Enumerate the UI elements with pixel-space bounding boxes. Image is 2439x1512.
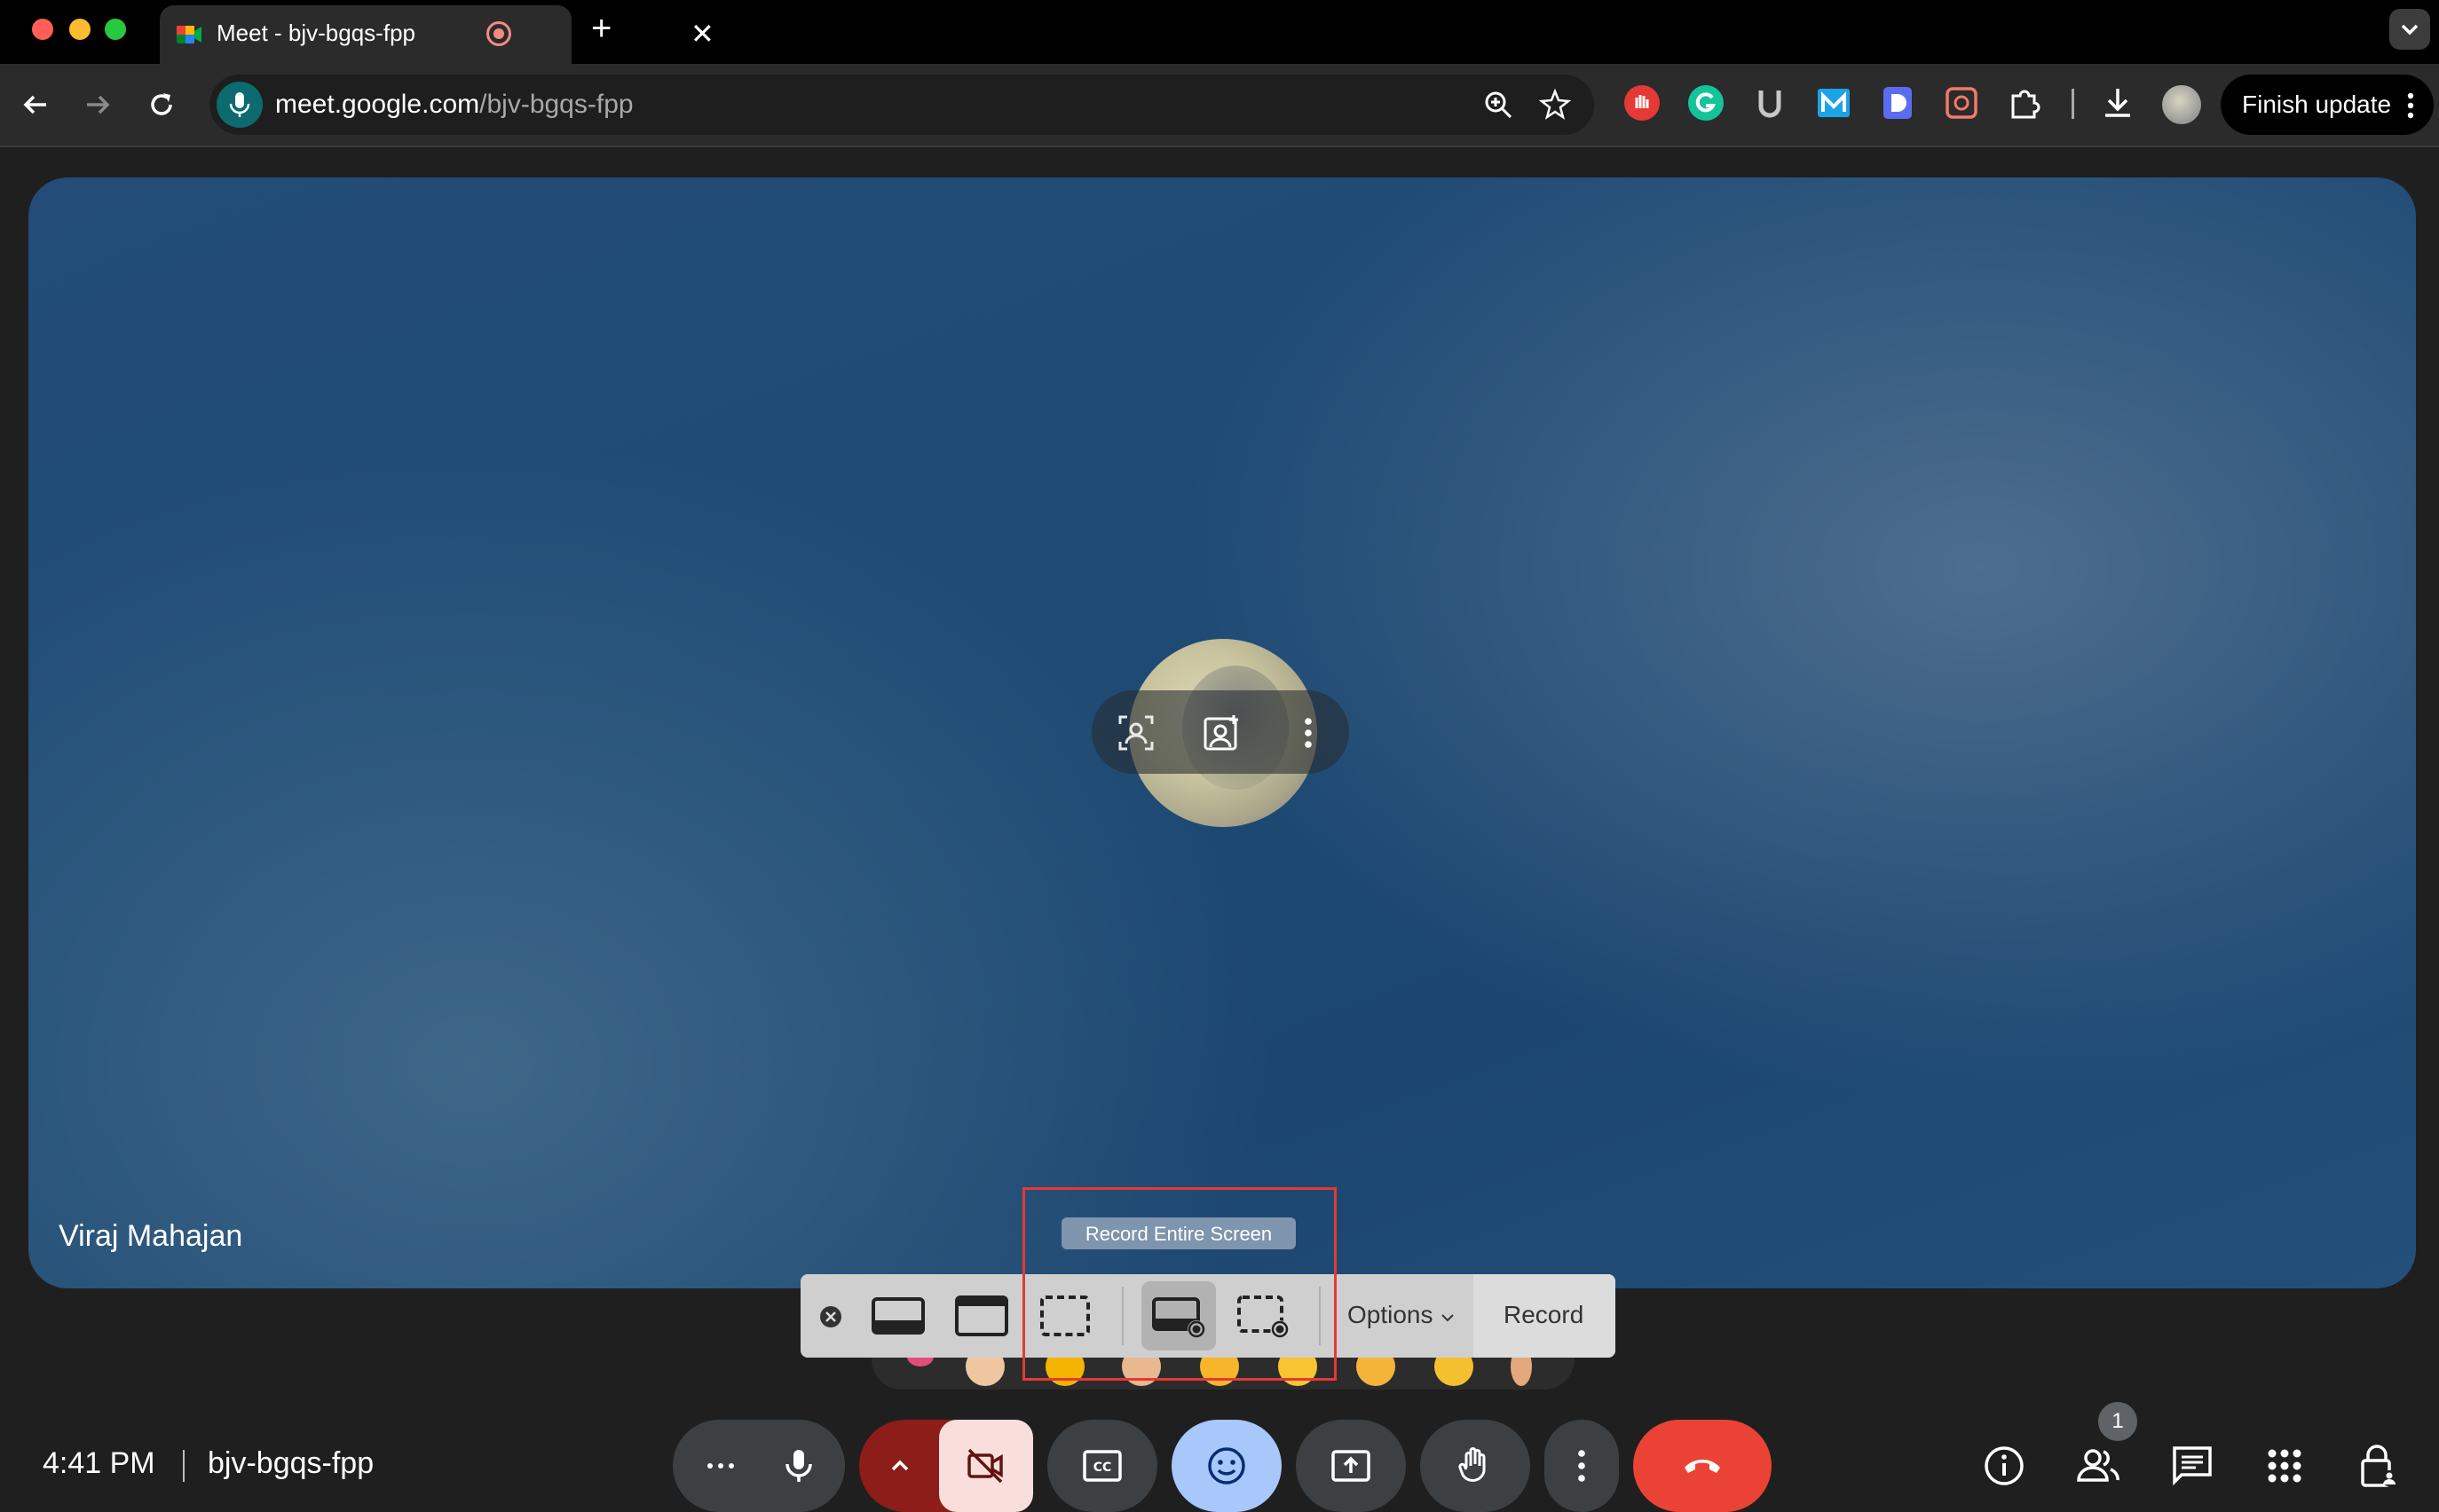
close-toolbar-icon[interactable] [818, 1304, 843, 1329]
extensions-puzzle-icon[interactable] [2004, 82, 2047, 124]
d-extension-icon[interactable] [1876, 82, 1919, 124]
options-label: Options [1347, 1301, 1433, 1328]
camera-off-icon [967, 1448, 1003, 1484]
framing-icon[interactable] [1117, 713, 1156, 752]
smiley-icon [1208, 1447, 1245, 1484]
more-vertical-icon[interactable] [1289, 713, 1328, 752]
url-host: meet.google.com [275, 90, 480, 119]
raise-hand-icon [1458, 1447, 1486, 1482]
tab-title: Meet - bjv-bgqs-fpp [217, 20, 415, 46]
u-extension-icon[interactable] [1748, 82, 1791, 124]
svg-text:CC: CC [1093, 1461, 1112, 1475]
more-options-button[interactable] [1544, 1420, 1619, 1512]
options-dropdown[interactable]: Options [1347, 1301, 1456, 1329]
record-button[interactable]: Record [1504, 1301, 1583, 1329]
browser-tab-meet[interactable]: Meet - bjv-bgqs-fpp ✕ [160, 5, 714, 64]
new-tab-button[interactable]: + [591, 11, 612, 46]
camera-control-group [859, 1420, 1033, 1512]
close-tab-icon[interactable]: ✕ [691, 16, 714, 51]
bookmark-star-icon[interactable] [1539, 89, 1571, 121]
reactions-button[interactable] [1172, 1420, 1282, 1512]
leave-call-button[interactable] [1633, 1420, 1772, 1512]
address-bar[interactable]: meet.google.com/bjv-bgqs-fpp [209, 75, 1594, 135]
close-window-button[interactable] [32, 19, 53, 40]
participant-name: Viraj Mahajan [59, 1219, 243, 1253]
url-path: /bjv-bgqs-fpp [479, 90, 634, 119]
chevron-down-icon [2401, 24, 2419, 35]
profile-avatar[interactable] [2162, 85, 2201, 124]
annotation-highlight-box [1022, 1187, 1337, 1381]
finish-update-button[interactable]: Finish update [2221, 75, 2434, 135]
captions-button[interactable]: CC [1047, 1420, 1157, 1512]
hand-stop-extension-icon[interactable] [1621, 82, 1663, 124]
microphone-button[interactable] [753, 1420, 845, 1512]
tile-controls [1092, 690, 1349, 774]
reload-icon[interactable] [142, 85, 181, 124]
mic-control-group [673, 1420, 845, 1512]
host-controls-lock-icon[interactable] [2356, 1443, 2402, 1489]
url-text: meet.google.com/bjv-bgqs-fpp [275, 90, 634, 120]
zoom-window-button[interactable] [105, 19, 126, 40]
meeting-time: 4:41 PM [43, 1446, 155, 1480]
activities-grid-icon[interactable] [2261, 1443, 2308, 1489]
minimize-window-button[interactable] [69, 19, 91, 40]
tab-strip: Meet - bjv-bgqs-fpp ✕ + [0, 0, 2439, 64]
participants-count-badge: 1 [2098, 1402, 2137, 1441]
microphone-icon [785, 1450, 812, 1482]
chevron-down-icon [1441, 1314, 1454, 1322]
more-vertical-icon [1578, 1450, 1585, 1482]
capture-entire-screen-icon[interactable] [870, 1290, 927, 1342]
screen-capture-extension-icon[interactable] [1940, 82, 1983, 124]
add-effects-portrait-icon[interactable] [1202, 713, 1241, 752]
tab-search-button[interactable] [2389, 9, 2430, 50]
zoom-icon[interactable] [1482, 89, 1514, 121]
audio-settings-more-icon[interactable] [699, 1445, 742, 1487]
present-screen-icon [1331, 1450, 1370, 1482]
toolbar-divider [2072, 89, 2074, 119]
more-vertical-icon [2407, 92, 2414, 119]
closed-captions-icon: CC [1083, 1450, 1122, 1482]
browser-toolbar: meet.google.com/bjv-bgqs-fpp Finish upda… [0, 64, 2439, 147]
separator [183, 1450, 185, 1482]
meet-favicon-icon [177, 26, 201, 43]
capture-window-icon[interactable] [953, 1290, 1010, 1342]
microphone-icon [229, 92, 250, 117]
mic-in-use-indicator[interactable] [217, 82, 263, 128]
present-screen-button[interactable] [1296, 1420, 1406, 1512]
forward-arrow-icon[interactable] [78, 85, 117, 124]
meeting-details-info-icon[interactable] [1981, 1443, 2027, 1489]
camera-off-button[interactable] [939, 1420, 1033, 1512]
people-icon[interactable] [2075, 1443, 2121, 1489]
end-call-icon [1685, 1460, 1720, 1473]
m-extension-icon[interactable] [1812, 82, 1855, 124]
participant-video-tile: Viraj Mahajan [28, 177, 2416, 1288]
finish-update-label: Finish update [2242, 91, 2392, 118]
back-arrow-icon[interactable] [16, 85, 55, 124]
chat-icon[interactable] [2169, 1443, 2215, 1489]
raise-hand-button[interactable] [1420, 1420, 1530, 1512]
chevron-up-icon[interactable] [879, 1445, 921, 1487]
download-icon[interactable] [2096, 82, 2139, 124]
recording-indicator-icon [486, 21, 511, 46]
participants-count: 1 [2111, 1409, 2124, 1433]
grammarly-extension-icon[interactable] [1685, 82, 1727, 124]
meeting-code: bjv-bgqs-fpp [208, 1446, 375, 1480]
